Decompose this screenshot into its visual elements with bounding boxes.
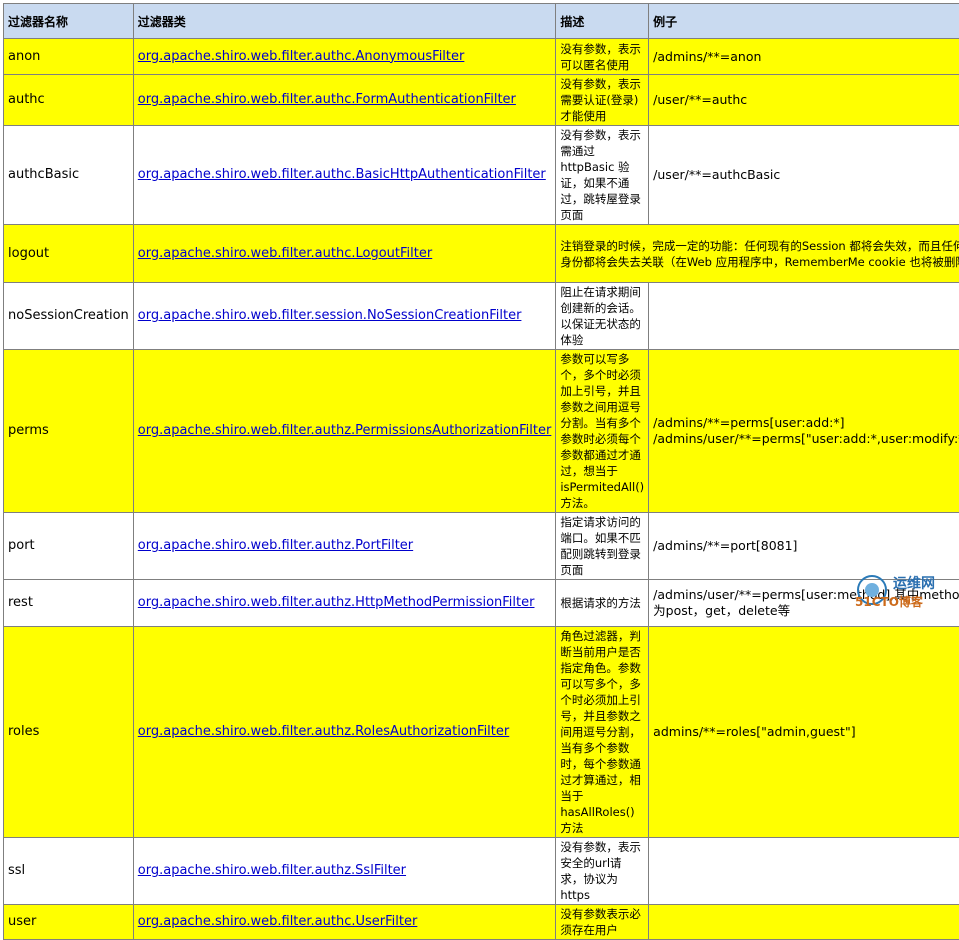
filter-name: logout [4, 225, 134, 283]
filter-class-link[interactable]: org.apache.shiro.web.filter.authc.BasicH… [138, 167, 546, 182]
filter-description: 参数可以写多个，多个时必须加上引号，并且参数之间用逗号分割。当有多个参数时必须每… [556, 350, 649, 513]
table-row: authcBasic org.apache.shiro.web.filter.a… [4, 126, 959, 225]
filter-description: 阻止在请求期间创建新的会话。以保证无状态的体验 [556, 283, 649, 350]
filter-class-link[interactable]: org.apache.shiro.web.filter.authc.UserFi… [138, 914, 418, 929]
filter-class-link[interactable]: org.apache.shiro.web.filter.authz.PortFi… [138, 538, 413, 553]
filter-name: anon [4, 39, 134, 75]
filter-example: /admins/**=anon [649, 39, 959, 75]
watermark-line1: 运维网 [893, 573, 935, 593]
filter-name: noSessionCreation [4, 283, 134, 350]
filter-description: 没有参数，表示可以匿名使用 [556, 39, 649, 75]
filter-class-link[interactable]: org.apache.shiro.web.filter.authc.Anonym… [138, 49, 465, 64]
filter-name: ssl [4, 838, 134, 905]
filter-example [649, 838, 959, 905]
filter-name: rest [4, 580, 134, 627]
table-row: roles org.apache.shiro.web.filter.authz.… [4, 627, 959, 838]
filter-name: authc [4, 75, 134, 126]
table-row: logout org.apache.shiro.web.filter.authc… [4, 225, 959, 283]
filter-example [649, 283, 959, 350]
filter-name: port [4, 513, 134, 580]
header-example: 例子 [649, 4, 959, 39]
filter-name: roles [4, 627, 134, 838]
table-row: user org.apache.shiro.web.filter.authc.U… [4, 905, 959, 940]
table-row: authc org.apache.shiro.web.filter.authc.… [4, 75, 959, 126]
table-row: perms org.apache.shiro.web.filter.authz.… [4, 350, 959, 513]
header-row: 过滤器名称 过滤器类 描述 例子 [4, 4, 959, 39]
header-description: 描述 [556, 4, 649, 39]
filter-class-link[interactable]: org.apache.shiro.web.filter.authz.HttpMe… [138, 595, 535, 610]
watermark-line2: 51CTO博客 [855, 593, 923, 610]
filter-description: 根据请求的方法 [556, 580, 649, 627]
filter-class-link[interactable]: org.apache.shiro.web.filter.authz.Permis… [138, 423, 552, 438]
filter-example: admins/**=roles["admin,guest"] [649, 627, 959, 838]
filter-name: user [4, 905, 134, 940]
filter-description: 没有参数，表示需要认证(登录)才能使用 [556, 75, 649, 126]
table-row: ssl org.apache.shiro.web.filter.authz.Ss… [4, 838, 959, 905]
watermark: 运维网 51CTO博客 [855, 573, 953, 611]
filter-description: 没有参数，表示安全的url请求，协议为 https [556, 838, 649, 905]
table-row: anon org.apache.shiro.web.filter.authc.A… [4, 39, 959, 75]
table-row: noSessionCreation org.apache.shiro.web.f… [4, 283, 959, 350]
table-row: rest org.apache.shiro.web.filter.authz.H… [4, 580, 959, 627]
filter-description: 没有参数表示必须存在用户 [556, 905, 649, 940]
filter-class-link[interactable]: org.apache.shiro.web.filter.session.NoSe… [138, 308, 522, 323]
filter-example: /user/**=authcBasic [649, 126, 959, 225]
filter-description: 指定请求访问的端口。如果不匹配则跳转到登录页面 [556, 513, 649, 580]
filter-name: authcBasic [4, 126, 134, 225]
filter-example [649, 905, 959, 940]
table-row: port org.apache.shiro.web.filter.authz.P… [4, 513, 959, 580]
filter-table: 过滤器名称 过滤器类 描述 例子 anon org.apache.shiro.w… [3, 3, 959, 940]
header-filter-class: 过滤器类 [133, 4, 556, 39]
filter-name: perms [4, 350, 134, 513]
filter-example: /user/**=authc [649, 75, 959, 126]
filter-class-link[interactable]: org.apache.shiro.web.filter.authc.FormAu… [138, 92, 516, 107]
filter-class-link[interactable]: org.apache.shiro.web.filter.authz.RolesA… [138, 724, 509, 739]
filter-description: 没有参数，表示需通过httpBasic 验证，如果不通过，跳转屋登录页面 [556, 126, 649, 225]
filter-description: 角色过滤器，判断当前用户是否指定角色。参数可以写多个，多个时必须加上引号，并且参… [556, 627, 649, 838]
filter-description: 注销登录的时候，完成一定的功能：任何现有的Session 都将会失效，而且任何身… [556, 225, 959, 283]
filter-example: /admins/**=perms[user:add:*] /admins/use… [649, 350, 959, 513]
filter-example: /admins/**=port[8081] [649, 513, 959, 580]
filter-class-link[interactable]: org.apache.shiro.web.filter.authc.Logout… [138, 246, 432, 261]
filter-class-link[interactable]: org.apache.shiro.web.filter.authz.SslFil… [138, 863, 406, 878]
header-filter-name: 过滤器名称 [4, 4, 134, 39]
